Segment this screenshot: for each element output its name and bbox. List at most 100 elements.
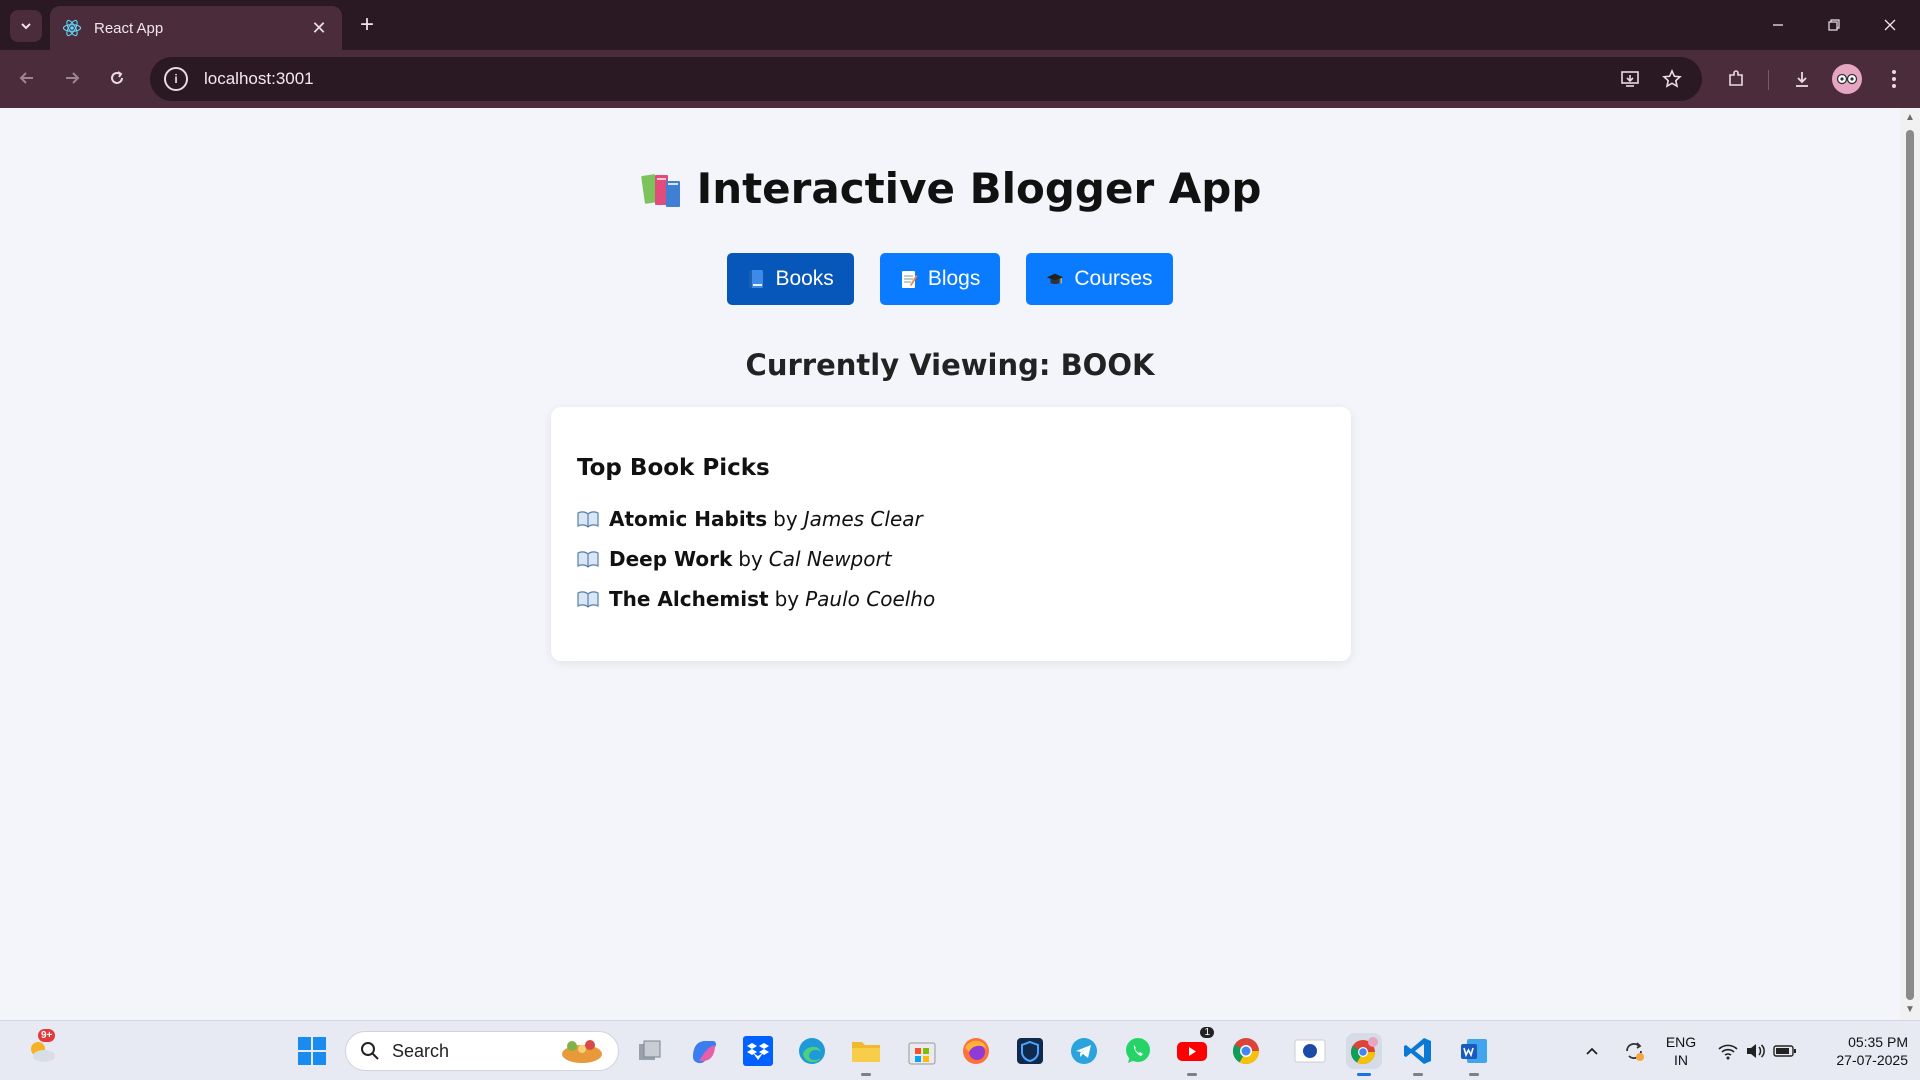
book-author: James Clear (803, 507, 923, 531)
browser-menu-icon[interactable] (1876, 61, 1912, 97)
memo-icon (901, 271, 918, 288)
microsoft-store-app[interactable] (904, 1033, 940, 1069)
language-code: ENG (1665, 1034, 1697, 1050)
defender-app[interactable] (1012, 1033, 1048, 1069)
book-by-text: by (738, 547, 763, 571)
running-indicator (1413, 1073, 1423, 1076)
card-heading: Top Book Picks (577, 455, 770, 481)
downloads-icon[interactable] (1784, 61, 1820, 97)
close-icon (1884, 19, 1896, 31)
courses-button[interactable]: Courses (1026, 253, 1173, 305)
site-info-icon[interactable]: i (164, 67, 188, 91)
list-item: Atomic Habits by James Clear (577, 499, 1325, 539)
browser-toolbar: i localhost:3001 (0, 50, 1920, 108)
new-tab-button[interactable]: + (352, 10, 382, 40)
weather-badge: 9+ (38, 1029, 56, 1042)
chrome-app[interactable] (1228, 1033, 1264, 1069)
chrome-profile-app[interactable] (1346, 1033, 1382, 1076)
close-window-button[interactable] (1862, 0, 1918, 50)
dropbox-app[interactable] (740, 1033, 776, 1069)
books-button-label: Books (775, 267, 834, 290)
blogs-button[interactable]: Blogs (879, 253, 1001, 305)
address-bar[interactable]: i localhost:3001 (150, 57, 1702, 101)
whatsapp-app[interactable] (1120, 1033, 1156, 1069)
minimize-icon (1773, 24, 1783, 26)
unstop-app[interactable] (1292, 1033, 1328, 1069)
task-view-button[interactable] (632, 1033, 668, 1069)
page-scrollbar[interactable]: ▲ ▼ (1900, 108, 1920, 1020)
restore-icon (1828, 19, 1840, 31)
page-title: Interactive Blogger App (0, 164, 1900, 213)
network-volume-battery[interactable] (1712, 1033, 1802, 1069)
close-tab-icon[interactable]: ✕ (308, 17, 330, 39)
unstop-icon (1294, 1039, 1326, 1063)
firefox-app[interactable] (958, 1033, 994, 1069)
currently-viewing-heading: Currently Viewing: BOOK (745, 348, 1155, 382)
back-button[interactable] (10, 61, 44, 95)
search-highlight-icon (562, 1040, 602, 1063)
forward-button[interactable] (55, 61, 89, 95)
start-button[interactable] (294, 1033, 330, 1069)
bookmark-star-icon[interactable] (1658, 65, 1686, 93)
profile-avatar[interactable] (1832, 64, 1862, 94)
book-by-text: by (774, 587, 800, 611)
profile-glasses-icon (1836, 73, 1858, 85)
minimize-button[interactable] (1750, 0, 1806, 50)
page-viewport: Interactive Blogger App Books Blogs Cour… (0, 108, 1900, 1020)
edge-app[interactable] (794, 1033, 830, 1069)
blue-book-icon (749, 270, 764, 288)
running-indicator (1187, 1073, 1197, 1076)
taskbar-search[interactable]: Search (345, 1031, 619, 1071)
tab-title: React App (94, 19, 164, 37)
tray-overflow-button[interactable] (1574, 1033, 1610, 1069)
clock[interactable]: 05:35 PM 27-07-2025 (1808, 1033, 1908, 1069)
reload-button[interactable] (100, 61, 134, 95)
list-item: The Alchemist by Paulo Coelho (577, 579, 1325, 619)
search-icon (361, 1042, 379, 1060)
store-icon (908, 1042, 936, 1065)
content-card: Top Book Picks Atomic Habits by James Cl… (551, 407, 1351, 661)
youtube-app[interactable]: 1 (1174, 1027, 1214, 1076)
clock-date: 27-07-2025 (1836, 1052, 1908, 1068)
scroll-down-icon[interactable]: ▼ (1904, 1004, 1916, 1016)
clock-time: 05:35 PM (1848, 1034, 1908, 1050)
book-author: Cal Newport (768, 547, 892, 571)
vscode-app[interactable] (1400, 1033, 1436, 1076)
extensions-icon[interactable] (1718, 61, 1754, 97)
search-placeholder: Search (392, 1040, 450, 1061)
scroll-up-icon[interactable]: ▲ (1904, 112, 1916, 124)
copilot-icon (693, 1041, 716, 1064)
dropbox-icon (743, 1036, 773, 1066)
page-title-text: Interactive Blogger App (696, 164, 1262, 213)
active-indicator (1357, 1073, 1371, 1076)
file-explorer-app[interactable] (848, 1033, 884, 1076)
browser-tab[interactable]: React App ✕ (50, 6, 342, 50)
books-button[interactable]: Books (727, 253, 854, 305)
book-by-text: by (773, 507, 798, 531)
task-view-icon (639, 1040, 661, 1060)
copilot-app[interactable] (686, 1033, 722, 1069)
sync-tray-button[interactable] (1616, 1033, 1652, 1069)
list-item: Deep Work by Cal Newport (577, 539, 1325, 579)
tab-search-button[interactable] (10, 10, 42, 42)
telegram-app[interactable] (1066, 1033, 1102, 1069)
url-text[interactable]: localhost:3001 (204, 69, 314, 89)
books-stack-icon (640, 174, 680, 207)
edge-icon (799, 1038, 825, 1064)
restore-button[interactable] (1806, 0, 1862, 50)
language-indicator[interactable]: ENG IN (1660, 1033, 1702, 1069)
shield-hand-icon (1017, 1038, 1043, 1064)
battery-icon (1773, 1045, 1796, 1057)
sync-icon (1626, 1042, 1644, 1061)
graduation-cap-icon (1047, 273, 1064, 284)
word-icon (1461, 1039, 1487, 1063)
install-app-icon[interactable] (1616, 65, 1644, 93)
youtube-badge: 1 (1200, 1027, 1214, 1038)
taskbar: 9+ Search 1 ENG IN 05:35 PM 27-07-2025 (0, 1020, 1920, 1080)
arrow-right-icon (66, 72, 80, 84)
blogs-button-label: Blogs (927, 267, 981, 290)
book-title: The Alchemist (609, 587, 769, 611)
chevron-down-icon (21, 23, 31, 30)
scrollbar-thumb[interactable] (1906, 130, 1914, 1000)
word-app[interactable] (1456, 1033, 1492, 1076)
